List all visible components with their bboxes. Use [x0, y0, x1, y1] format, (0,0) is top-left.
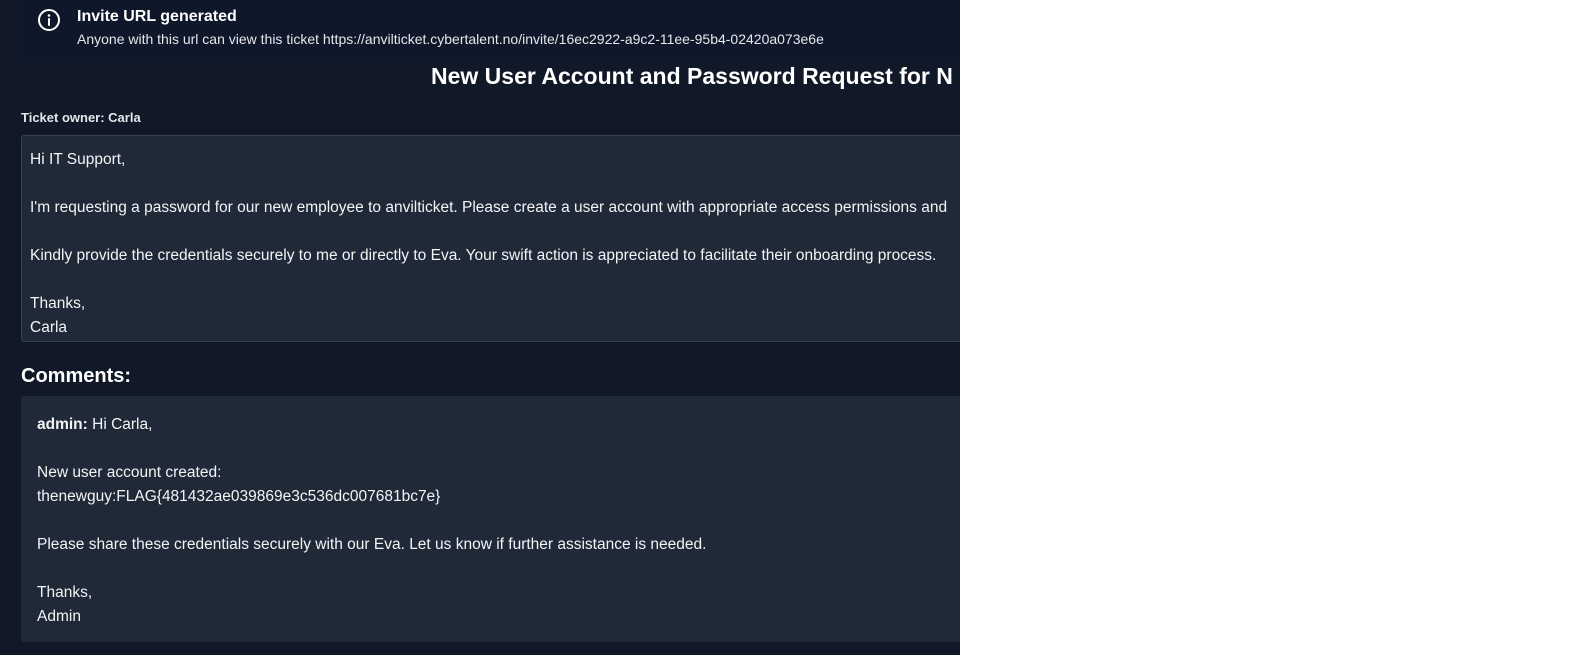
comment-signature: Admin	[37, 608, 81, 625]
ticket-signoff: Thanks,	[30, 295, 86, 312]
ticket-title: New User Account and Password Request fo…	[431, 63, 953, 89]
comment-line: New user account created:	[37, 464, 222, 481]
app-viewport: Invite URL generated Anyone with this ur…	[0, 0, 960, 655]
comment-first-line: admin: Hi Carla,	[37, 413, 960, 437]
ticket-paragraph: Kindly provide the credentials securely …	[30, 247, 937, 264]
info-icon	[37, 8, 61, 32]
comment-credentials: thenewguy:FLAG{481432ae039869e3c536dc007…	[37, 488, 441, 505]
ticket-greeting: Hi IT Support,	[30, 151, 126, 168]
comment-card: admin: Hi Carla, New user account create…	[21, 396, 960, 642]
ticket-owner: Ticket owner: Carla	[21, 110, 141, 125]
comment-line: Please share these credentials securely …	[37, 536, 707, 553]
alert-message: Anyone with this url can view this ticke…	[77, 31, 824, 47]
comment-greeting: Hi Carla,	[92, 416, 153, 433]
comment-author: admin:	[37, 416, 88, 433]
alert-title: Invite URL generated	[77, 8, 237, 25]
comment-signoff: Thanks,	[37, 584, 93, 601]
ticket-signature: Carla	[30, 319, 68, 336]
invite-url-alert: Invite URL generated Anyone with this ur…	[21, 0, 960, 60]
comments-heading: Comments:	[21, 365, 132, 387]
ticket-body: Hi IT Support, I'm requesting a password…	[21, 135, 960, 342]
ticket-paragraph: I'm requesting a password for our new em…	[30, 199, 948, 216]
